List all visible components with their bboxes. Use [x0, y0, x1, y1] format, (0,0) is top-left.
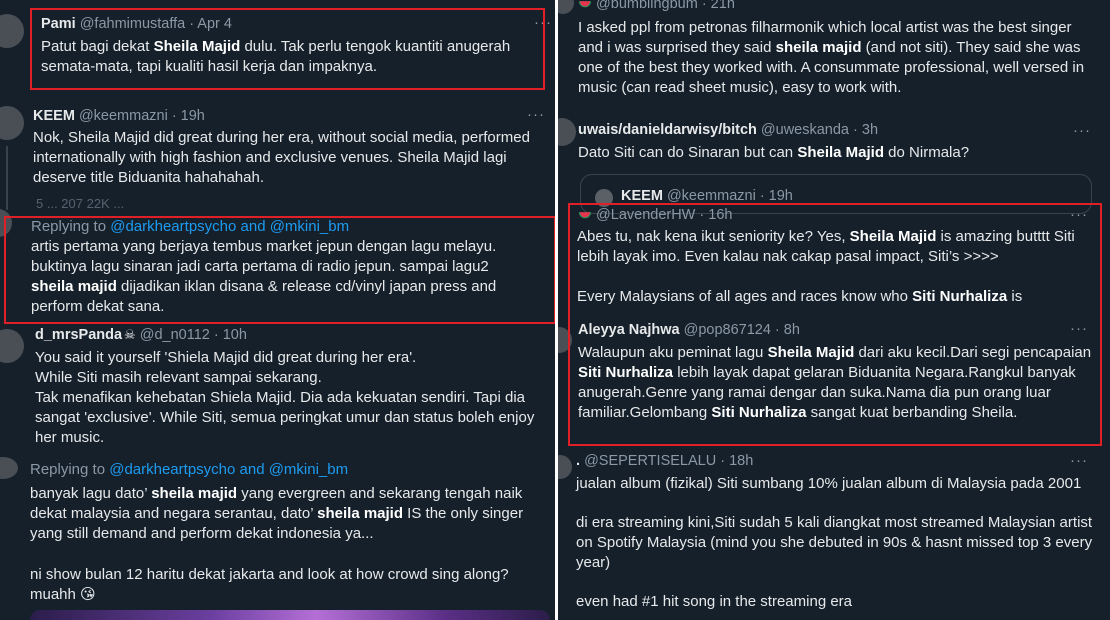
avatar[interactable] [558, 118, 576, 146]
display-name[interactable]: d_mrsPanda [35, 327, 122, 343]
highlight-box [4, 216, 555, 324]
mention-links[interactable]: @darkheartpsycho and @mkini_bm [109, 461, 348, 478]
tweet-text: You said it yourself 'Shiela Majid did g… [35, 349, 535, 446]
tweet-mrspanda[interactable]: d_mrsPanda ☠ @d_n0112 · 10h You said it y… [0, 325, 555, 455]
right-screenshot-panel: @bumblingbum · 21h I asked ppl from petr… [558, 0, 1110, 620]
more-icon[interactable]: ··· [1073, 122, 1091, 139]
tweet-header: @bumblingbum · 21h [578, 0, 735, 12]
display-name[interactable]: uwais/danieldarwisy/bitch [578, 122, 757, 138]
avatar[interactable] [558, 455, 572, 479]
avatar[interactable] [0, 329, 24, 363]
avatar[interactable] [0, 14, 24, 48]
tweet-media-image[interactable] [30, 610, 550, 620]
tweet-text: Dato Siti can do Sinaran but can Sheila … [578, 144, 970, 161]
more-icon[interactable]: ··· [1070, 452, 1088, 469]
handle-time[interactable]: @d_n0112 · 10h [140, 327, 247, 343]
avatar[interactable] [0, 457, 18, 479]
avatar[interactable] [558, 0, 574, 14]
highlight-box [30, 8, 545, 90]
tweet-actions-row[interactable]: 5 ... 207 22K ... [36, 196, 124, 211]
tweet-text: banyak lagu dato’ sheila majid yang ever… [30, 485, 524, 542]
tweet-text: Nok, Sheila Majid did great during her e… [33, 129, 530, 186]
tweet-text-2: ni show bulan 12 haritu dekat jakarta an… [30, 566, 509, 603]
display-name[interactable]: KEEM [33, 108, 75, 124]
tweet-uwais[interactable]: uwais/danieldarwisy/bitch @uweskanda · 3… [558, 110, 1110, 214]
handle-time[interactable]: @bumblingbum · 21h [596, 0, 735, 12]
display-name[interactable]: . [576, 453, 580, 469]
quoted-header: KEEM @keemmazni · 19h [621, 188, 793, 204]
handle-time[interactable]: @keemmazni · 19h [79, 108, 205, 124]
handle-time[interactable]: @SEPERTISELALU · 18h [584, 453, 753, 469]
tweet-header: KEEM @keemmazni · 19h [33, 108, 205, 124]
tweet-sepertiselalu[interactable]: . @SEPERTISELALU · 18h ··· jualan album … [558, 447, 1110, 620]
skull-crossbones-icon: ☠ [124, 327, 136, 342]
tweet-bumblingbum[interactable]: @bumblingbum · 21h I asked ppl from petr… [558, 0, 1110, 110]
tweet-header: uwais/danieldarwisy/bitch @uweskanda · 3… [578, 122, 878, 138]
watermelon-icon [578, 1, 592, 8]
tweet-text: jualan album (fizikal) Siti sumbang 10% … [576, 475, 1082, 492]
more-icon[interactable]: ··· [527, 106, 545, 123]
tweet-text-2: di era streaming kini,Siti sudah 5 kali … [576, 514, 1093, 571]
tweet-header: d_mrsPanda ☠ @d_n0112 · 10h [35, 327, 247, 343]
tweet-text-3: even had #1 hit song in the streaming er… [576, 593, 853, 610]
handle-time[interactable]: @uweskanda · 3h [761, 122, 878, 138]
replying-to: Replying to @darkheartpsycho and @mkini_… [30, 461, 349, 478]
tweet-text: I asked ppl from petronas filharmonik wh… [578, 19, 1085, 96]
avatar[interactable] [0, 106, 24, 140]
tweet-reply-evergreen[interactable]: Replying to @darkheartpsycho and @mkini_… [0, 455, 555, 620]
left-screenshot-panel: Pami @fahmimustaffa · Apr 4 ··· Patut ba… [0, 0, 555, 620]
highlight-box [568, 203, 1102, 446]
tweet-header: . @SEPERTISELALU · 18h [576, 453, 753, 469]
thread-line [6, 146, 8, 210]
